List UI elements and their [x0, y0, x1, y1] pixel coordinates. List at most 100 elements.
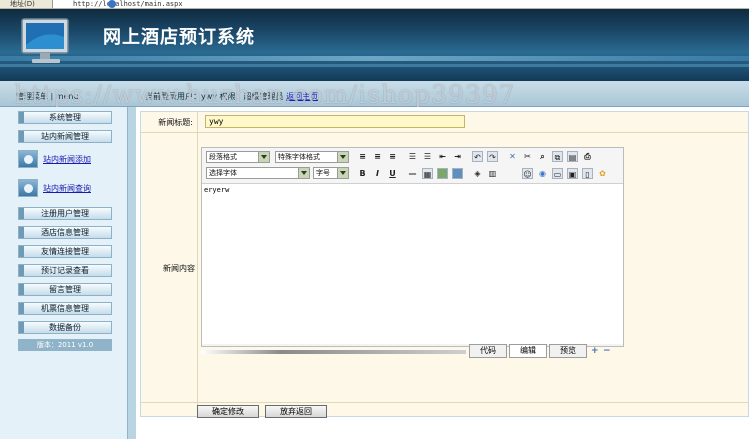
- font-select[interactable]: 选择字体: [206, 167, 310, 179]
- delete-icon[interactable]: ✕: [507, 151, 518, 162]
- frame-icon[interactable]: ▣: [567, 168, 578, 179]
- banner-stripe: [0, 56, 749, 61]
- sidebar-item-label: 注册用户管理: [41, 209, 89, 218]
- address-input[interactable]: http://localhost/main.aspx: [52, 0, 749, 8]
- current-user-text: 当前登录用户：ywy 权限：超级管理员 返回主页: [145, 91, 318, 102]
- find-icon[interactable]: ⌕: [537, 151, 548, 162]
- font-size-select[interactable]: 字号: [313, 167, 349, 179]
- paste-icon[interactable]: ▤: [567, 151, 578, 162]
- search-gear-icon: [18, 179, 38, 197]
- copy-icon[interactable]: ⧉: [552, 151, 563, 162]
- select-value: 选择字体: [209, 169, 237, 177]
- menu-tip-icon: [19, 131, 24, 142]
- menu-tip-icon: [19, 112, 24, 123]
- align-center-icon[interactable]: ≡: [372, 151, 383, 162]
- smiley-icon[interactable]: ✿: [597, 168, 608, 179]
- title-label: 新闻标题:: [158, 118, 193, 127]
- sidebar-item-links[interactable]: 友情连接管理: [18, 245, 112, 258]
- unordered-list-icon[interactable]: ☰: [422, 151, 433, 162]
- sidebar-item-messages[interactable]: 留言管理: [18, 283, 112, 296]
- menu-tip-icon: [19, 303, 24, 314]
- version-label: 版本：2011 v1.0: [18, 339, 112, 351]
- current-user-info: 当前登录用户：ywy 权限：超级管理员: [145, 92, 284, 101]
- underline-icon[interactable]: U: [387, 168, 398, 179]
- rich-text-editor: 段落格式 特殊字体格式 选择字体 字号 ≡ ≡ ≡ ☰ ☰ ⇤ ⇥ ↶ ↷ ✕ …: [201, 147, 624, 347]
- sidebar-item-system[interactable]: 系统管理: [18, 111, 112, 124]
- insert-image-icon[interactable]: [437, 168, 448, 179]
- tab-preview[interactable]: 预览: [549, 344, 587, 358]
- title-row: 新闻标题: ywy: [141, 112, 749, 133]
- sidebar-item-users[interactable]: 注册用户管理: [18, 207, 112, 220]
- indent-icon[interactable]: ⇥: [452, 151, 463, 162]
- sidebar-item-tickets[interactable]: 机票信息管理: [18, 302, 112, 315]
- content-label: 新闻内容: [163, 264, 195, 273]
- bold-icon[interactable]: B: [357, 168, 368, 179]
- banner-stripe-thin: [0, 64, 749, 67]
- italic-icon[interactable]: I: [372, 168, 383, 179]
- action-row: 确定修改 放弃返回: [141, 402, 749, 418]
- color-icon[interactable]: ◈: [472, 168, 483, 179]
- chevron-down-icon: [337, 152, 348, 162]
- menu-tip-icon: [19, 322, 24, 333]
- select-value: 段落格式: [209, 153, 237, 161]
- return-home-link[interactable]: 返回主页: [286, 92, 318, 101]
- horizontal-rule-icon[interactable]: —: [407, 168, 418, 179]
- sidebar-rail: [128, 107, 136, 439]
- editor-toolbar: 段落格式 特殊字体格式 选择字体 字号 ≡ ≡ ≡ ☰ ☰ ⇤ ⇥ ↶ ↷ ✕ …: [202, 148, 623, 184]
- document-add-icon: [18, 150, 38, 168]
- shrink-editor-icon[interactable]: −: [603, 347, 612, 356]
- sidebar-link-news-query[interactable]: 站内新闻查询: [18, 179, 122, 197]
- sidebar-link-news-add[interactable]: 站内新闻添加: [18, 150, 122, 168]
- special-format-select[interactable]: 特殊字体格式: [275, 151, 349, 163]
- browser-page-icon: [108, 0, 116, 8]
- chevron-down-icon: [298, 168, 309, 178]
- print-icon[interactable]: ⎙: [582, 151, 593, 162]
- outdent-icon[interactable]: ⇤: [437, 151, 448, 162]
- align-left-icon[interactable]: ≡: [357, 151, 368, 162]
- sidebar-item-backup[interactable]: 数据备份: [18, 321, 112, 334]
- ordered-list-icon[interactable]: ☰: [407, 151, 418, 162]
- form-divider: [197, 112, 198, 418]
- cut-icon[interactable]: ✂: [522, 151, 533, 162]
- sidebar-item-label: 系统管理: [49, 113, 81, 122]
- link-icon[interactable]: ◉: [537, 168, 548, 179]
- sidebar-item-bookings[interactable]: 预订记录查看: [18, 264, 112, 277]
- menu-tip-icon: [19, 208, 24, 219]
- paragraph-format-select[interactable]: 段落格式: [206, 151, 270, 163]
- undo-icon[interactable]: ↶: [472, 151, 483, 162]
- address-bar: 地址(D) http://localhost/main.aspx: [0, 0, 749, 9]
- align-right-icon[interactable]: ≡: [387, 151, 398, 162]
- title-input[interactable]: ywy: [205, 115, 465, 128]
- special-char-icon[interactable]: ▥: [487, 168, 498, 179]
- sidebar-item-label: 友情连接管理: [41, 247, 89, 256]
- emoticon-icon[interactable]: ☺: [522, 168, 533, 179]
- enlarge-editor-icon[interactable]: +: [591, 347, 600, 356]
- sidebar-item-hotels[interactable]: 酒店信息管理: [18, 226, 112, 239]
- info-bar: 管理菜单 | menu 当前登录用户：ywy 权限：超级管理员 返回主页: [0, 81, 749, 107]
- insert-media-icon[interactable]: [452, 168, 463, 179]
- sidebar-item-label: 机票信息管理: [41, 304, 89, 313]
- sidebar-item-label: 留言管理: [49, 285, 81, 294]
- confirm-edit-button[interactable]: 确定修改: [197, 405, 259, 418]
- insert-table-icon[interactable]: ▦: [422, 168, 433, 179]
- news-edit-form: 新闻标题: ywy 新闻内容 段落格式 特殊字体格式 选择字体 字号 ≡ ≡ ≡…: [140, 111, 749, 418]
- tab-code[interactable]: 代码: [469, 344, 507, 358]
- editor-content-area[interactable]: eryerw: [202, 184, 623, 344]
- menu-tip-icon: [19, 246, 24, 257]
- tab-edit[interactable]: 编辑: [509, 344, 547, 358]
- redo-icon[interactable]: ↷: [487, 151, 498, 162]
- sidebar-item-news[interactable]: 站内新闻管理: [18, 130, 112, 143]
- menu-tip-icon: [19, 265, 24, 276]
- monitor-logo-icon: [21, 18, 69, 63]
- url-text: http://localhost/main.aspx: [73, 0, 183, 8]
- cancel-return-button[interactable]: 放弃返回: [265, 405, 327, 418]
- chevron-down-icon: [337, 168, 348, 178]
- sidebar-item-label: 站内新闻管理: [41, 132, 89, 141]
- menu-tip-icon: [19, 227, 24, 238]
- sidebar-link-label: 站内新闻查询: [43, 184, 91, 193]
- menu-tip-icon: [19, 284, 24, 295]
- page-icon[interactable]: ▯: [582, 168, 593, 179]
- chevron-down-icon: [258, 152, 269, 162]
- address-label: 地址(D): [10, 0, 35, 8]
- form-icon[interactable]: ▭: [552, 168, 563, 179]
